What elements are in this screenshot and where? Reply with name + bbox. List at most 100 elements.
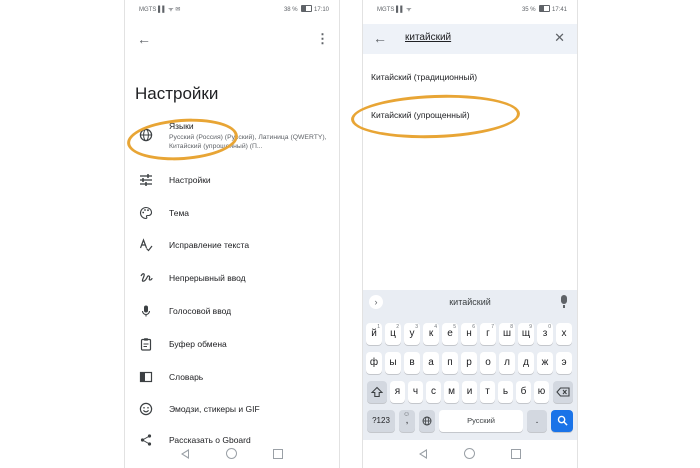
key-label: э [561, 357, 567, 368]
languages-setting[interactable]: Языки Русский (Россия) (Русский), Латини… [125, 117, 339, 157]
menu-item-dictionary[interactable]: Словарь [125, 367, 339, 389]
key-в[interactable]: в [404, 352, 420, 374]
key-label: я [394, 386, 401, 397]
carrier-indicators: MGTS ▌▌ ᯤ [377, 7, 412, 13]
menu-item-clipboard[interactable]: Буфер обмена [125, 334, 339, 356]
period-key[interactable]: . [527, 410, 547, 432]
search-input[interactable]: китайский [405, 32, 451, 43]
backspace-key[interactable] [553, 381, 573, 403]
back-arrow-icon[interactable]: ← [137, 31, 151, 47]
menu-label: Буфер обмена [169, 339, 227, 349]
key-к[interactable]: к4 [423, 323, 439, 345]
key-hint-number: 8 [510, 324, 513, 330]
key-э[interactable]: э [556, 352, 572, 374]
key-ю[interactable]: ю [534, 381, 549, 403]
key-ш[interactable]: ш8 [499, 323, 515, 345]
key-hint-number: 0 [548, 324, 551, 330]
key-row-2: фы в а п р о л д ж э [365, 352, 575, 374]
menu-item-text-correction[interactable]: Исправление текста [125, 235, 339, 257]
key-г[interactable]: г7 [480, 323, 496, 345]
comma-key[interactable]: , ☺ [399, 410, 415, 432]
key-б[interactable]: б [516, 381, 531, 403]
key-ы[interactable]: ы [385, 352, 401, 374]
more-options-icon[interactable]: ⋮ [316, 31, 329, 47]
phone-settings-screen: MGTS ▌▌ ᯤ ✉ 38 % 17:10 ← ⋮ Настройки Язы… [124, 0, 340, 468]
key-й[interactable]: й1 [366, 323, 382, 345]
key-label: ф [369, 357, 379, 368]
key-е[interactable]: е5 [442, 323, 458, 345]
key-label: ь [502, 386, 509, 397]
menu-label: Непрерывный ввод [169, 273, 246, 283]
key-м[interactable]: м [444, 381, 459, 403]
key-щ[interactable]: щ9 [518, 323, 534, 345]
key-и[interactable]: и [462, 381, 477, 403]
key-ф[interactable]: ф [366, 352, 382, 374]
key-hint-number: 6 [472, 324, 475, 330]
clock: 17:10 [313, 7, 329, 13]
key-а[interactable]: а [423, 352, 439, 374]
shift-icon [370, 386, 384, 398]
book-icon [139, 371, 153, 383]
mic-icon[interactable] [561, 295, 567, 308]
language-switch-key[interactable] [419, 410, 435, 432]
nav-home-icon[interactable] [464, 448, 475, 459]
nav-home-icon[interactable] [226, 448, 237, 459]
shift-key[interactable] [367, 381, 387, 403]
key-ь[interactable]: ь [498, 381, 513, 403]
key-л[interactable]: л [499, 352, 515, 374]
key-hint-number: 7 [491, 324, 494, 330]
search-key[interactable] [551, 410, 573, 432]
result-chinese-traditional[interactable]: Китайский (традиционный) [371, 72, 477, 82]
battery-percent: 38 % [283, 7, 298, 13]
battery-icon [539, 5, 551, 12]
menu-item-theme[interactable]: Тема [125, 203, 339, 225]
suggestion-word[interactable]: китайский [363, 297, 577, 307]
nav-back-icon[interactable] [181, 449, 189, 459]
key-label: р [466, 357, 472, 368]
symbols-key[interactable]: ?123 [367, 410, 395, 432]
result-chinese-simplified[interactable]: Китайский (упрощенный) [371, 110, 470, 120]
key-ж[interactable]: ж [537, 352, 553, 374]
key-н[interactable]: н6 [461, 323, 477, 345]
key-ч[interactable]: ч [408, 381, 423, 403]
menu-label: Настройки [169, 175, 211, 185]
key-label: у [409, 328, 415, 339]
carrier-indicators: MGTS ▌▌ ᯤ ✉ [139, 7, 181, 13]
menu-item-emoji[interactable]: Эмодзи, стикеры и GIF [125, 399, 339, 421]
key-у[interactable]: у3 [404, 323, 420, 345]
key-hint-number: 5 [453, 324, 456, 330]
nav-recents-icon[interactable] [273, 449, 283, 459]
key-т[interactable]: т [480, 381, 495, 403]
key-label: ю [537, 386, 546, 397]
key-х[interactable]: х [556, 323, 572, 345]
back-arrow-icon[interactable]: ← [373, 30, 387, 46]
search-bar: ← китайский ✕ [363, 24, 577, 54]
key-label: н [466, 328, 472, 339]
key-label: х [561, 328, 567, 339]
key-label: ч [412, 386, 419, 397]
key-label: п [447, 357, 453, 368]
close-icon[interactable]: ✕ [554, 30, 565, 46]
clock: 17:41 [551, 7, 567, 13]
space-key[interactable]: Русский [439, 410, 523, 432]
menu-label: Тема [169, 208, 190, 218]
key-з[interactable]: з0 [537, 323, 553, 345]
keyboard: › китайский й1ц2у3к4е5н6г7ш8щ9з0х фывапр… [363, 290, 577, 440]
status-bar: MGTS ▌▌ ᯤ ✉ 38 % 17:10 [125, 5, 339, 15]
menu-item-settings[interactable]: Настройки [125, 170, 339, 192]
key-р[interactable]: р [461, 352, 477, 374]
key-д[interactable]: д [518, 352, 534, 374]
key-row-4: ?123 , ☺ Русский . [365, 410, 575, 432]
key-п[interactable]: п [442, 352, 458, 374]
nav-back-icon[interactable] [419, 449, 427, 459]
key-label: к [428, 328, 434, 339]
menu-item-voice-input[interactable]: Голосовой ввод [125, 301, 339, 323]
key-о[interactable]: о [480, 352, 496, 374]
menu-item-gesture-typing[interactable]: Непрерывный ввод [125, 268, 339, 290]
key-label: ы [389, 357, 397, 368]
battery-percent: 35 % [521, 7, 536, 13]
key-с[interactable]: с [426, 381, 441, 403]
key-я[interactable]: я [390, 381, 405, 403]
nav-recents-icon[interactable] [511, 449, 521, 459]
key-ц[interactable]: ц2 [385, 323, 401, 345]
